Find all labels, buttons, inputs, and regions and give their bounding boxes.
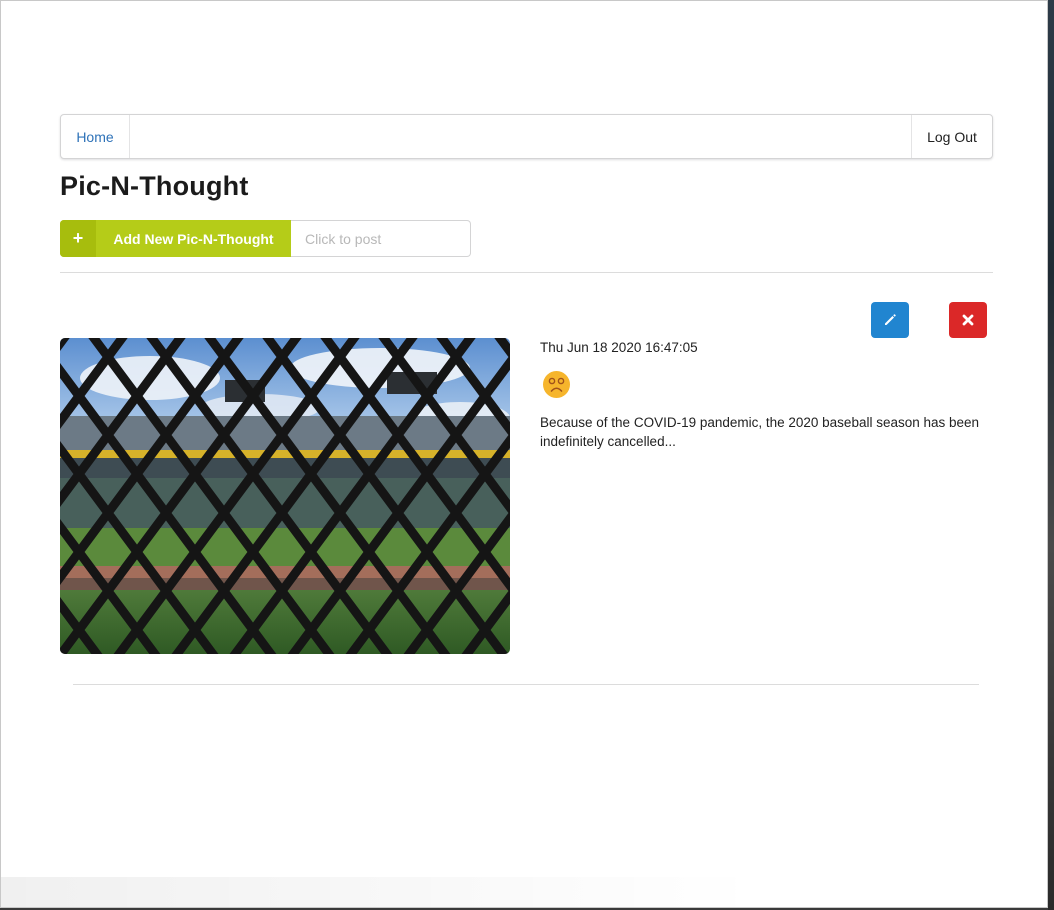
add-new-button-label: Add New Pic-N-Thought (113, 230, 274, 247)
post-photo (60, 338, 510, 654)
new-post-group: + Add New Pic-N-Thought (60, 220, 471, 257)
page-title: Pic-N-Thought (60, 171, 249, 201)
browser-window: Home Log Out Pic-N-Thought + Add New Pic… (0, 0, 1048, 908)
post-text: Because of the COVID-19 pandemic, the 20… (540, 415, 980, 449)
close-icon (962, 314, 974, 326)
post-input[interactable] (291, 220, 471, 257)
sad-face-icon (543, 371, 570, 398)
add-new-button[interactable]: + Add New Pic-N-Thought (60, 220, 291, 257)
nav-home-link[interactable]: Home (61, 115, 130, 158)
divider (73, 684, 979, 685)
logout-link[interactable]: Log Out (911, 115, 992, 158)
edit-button[interactable] (871, 302, 909, 338)
divider (60, 272, 993, 273)
desktop-edge (1048, 0, 1054, 910)
post-date: Thu Jun 18 2020 16:47:05 (540, 340, 698, 355)
top-nav: Home Log Out (60, 114, 993, 159)
bottom-shade (1, 877, 761, 907)
ballpark-image (60, 338, 510, 654)
delete-button[interactable] (949, 302, 987, 338)
plus-icon: + (60, 220, 96, 257)
pencil-icon (885, 314, 896, 325)
